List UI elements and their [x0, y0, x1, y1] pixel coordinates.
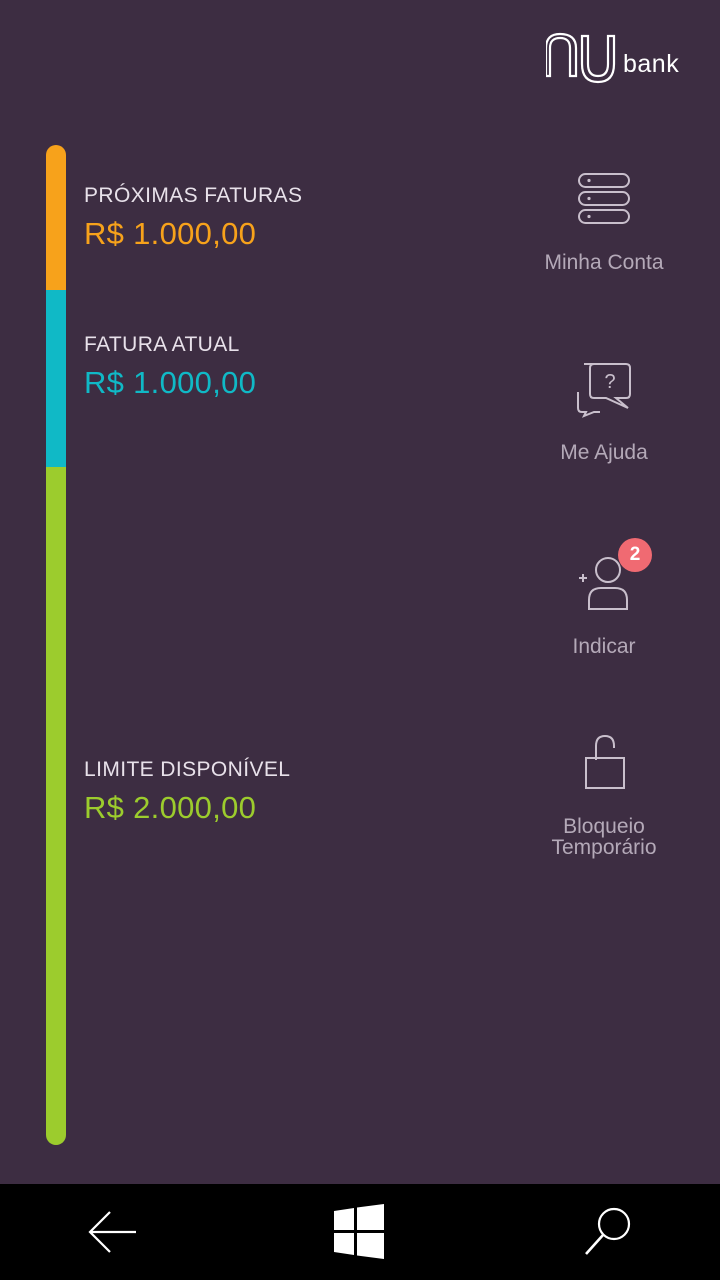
me-ajuda-label: Me Ajuda [560, 441, 648, 464]
system-nav-bar [0, 1184, 720, 1280]
back-arrow-icon [88, 1211, 136, 1253]
unlocked-padlock-icon [585, 734, 625, 789]
minha-conta-label: Minha Conta [544, 251, 664, 274]
me-ajuda-button[interactable]: ? Me Ajuda [510, 356, 698, 463]
nubank-logo: bank [546, 32, 680, 88]
search-button[interactable] [580, 1204, 640, 1260]
minha-conta-button[interactable]: Minha Conta [510, 170, 698, 273]
back-button[interactable] [84, 1204, 144, 1260]
limite-disponivel-label: LIMITE DISPONÍVEL [84, 758, 291, 781]
bloqueio-temporario-button[interactable]: Bloqueio Temporário [510, 732, 698, 858]
proximas-faturas-entry[interactable]: PRÓXIMAS FATURAS R$ 1.000,00 [84, 184, 302, 252]
search-icon [585, 1207, 631, 1255]
app-screen: bank PRÓXIMAS FATURAS R$ 1.000,00 FATURA… [0, 0, 720, 1184]
bar-segment-limite [46, 467, 66, 1145]
help-chat-icon: ? [577, 363, 631, 418]
indicar-label: Indicar [572, 635, 636, 658]
bar-segment-proximas [46, 145, 66, 290]
bloqueio-label-line1: Bloqueio [563, 815, 645, 838]
logo-wordmark: bank [623, 50, 680, 78]
proximas-faturas-value: R$ 1.000,00 [84, 216, 257, 251]
proximas-faturas-label: PRÓXIMAS FATURAS [84, 184, 303, 207]
home-button[interactable] [332, 1204, 392, 1260]
account-stack-icon [578, 173, 630, 224]
fatura-atual-entry[interactable]: FATURA ATUAL R$ 1.000,00 [84, 333, 256, 401]
limite-disponivel-entry[interactable]: LIMITE DISPONÍVEL R$ 2.000,00 [84, 758, 290, 826]
indicar-button[interactable]: 2 Indicar [510, 538, 698, 658]
bar-segment-atual [46, 290, 66, 467]
windows-logo-icon [334, 1204, 384, 1259]
fatura-atual-label: FATURA ATUAL [84, 333, 240, 356]
limite-disponivel-value: R$ 2.000,00 [84, 790, 257, 825]
nu-logo-icon [546, 32, 616, 84]
bloqueio-label-line2: Temporário [551, 836, 657, 859]
notification-badge: 2 [618, 538, 652, 572]
svg-text:?: ? [604, 371, 615, 393]
fatura-atual-value: R$ 1.000,00 [84, 365, 257, 400]
credit-limit-bar [46, 145, 66, 1145]
